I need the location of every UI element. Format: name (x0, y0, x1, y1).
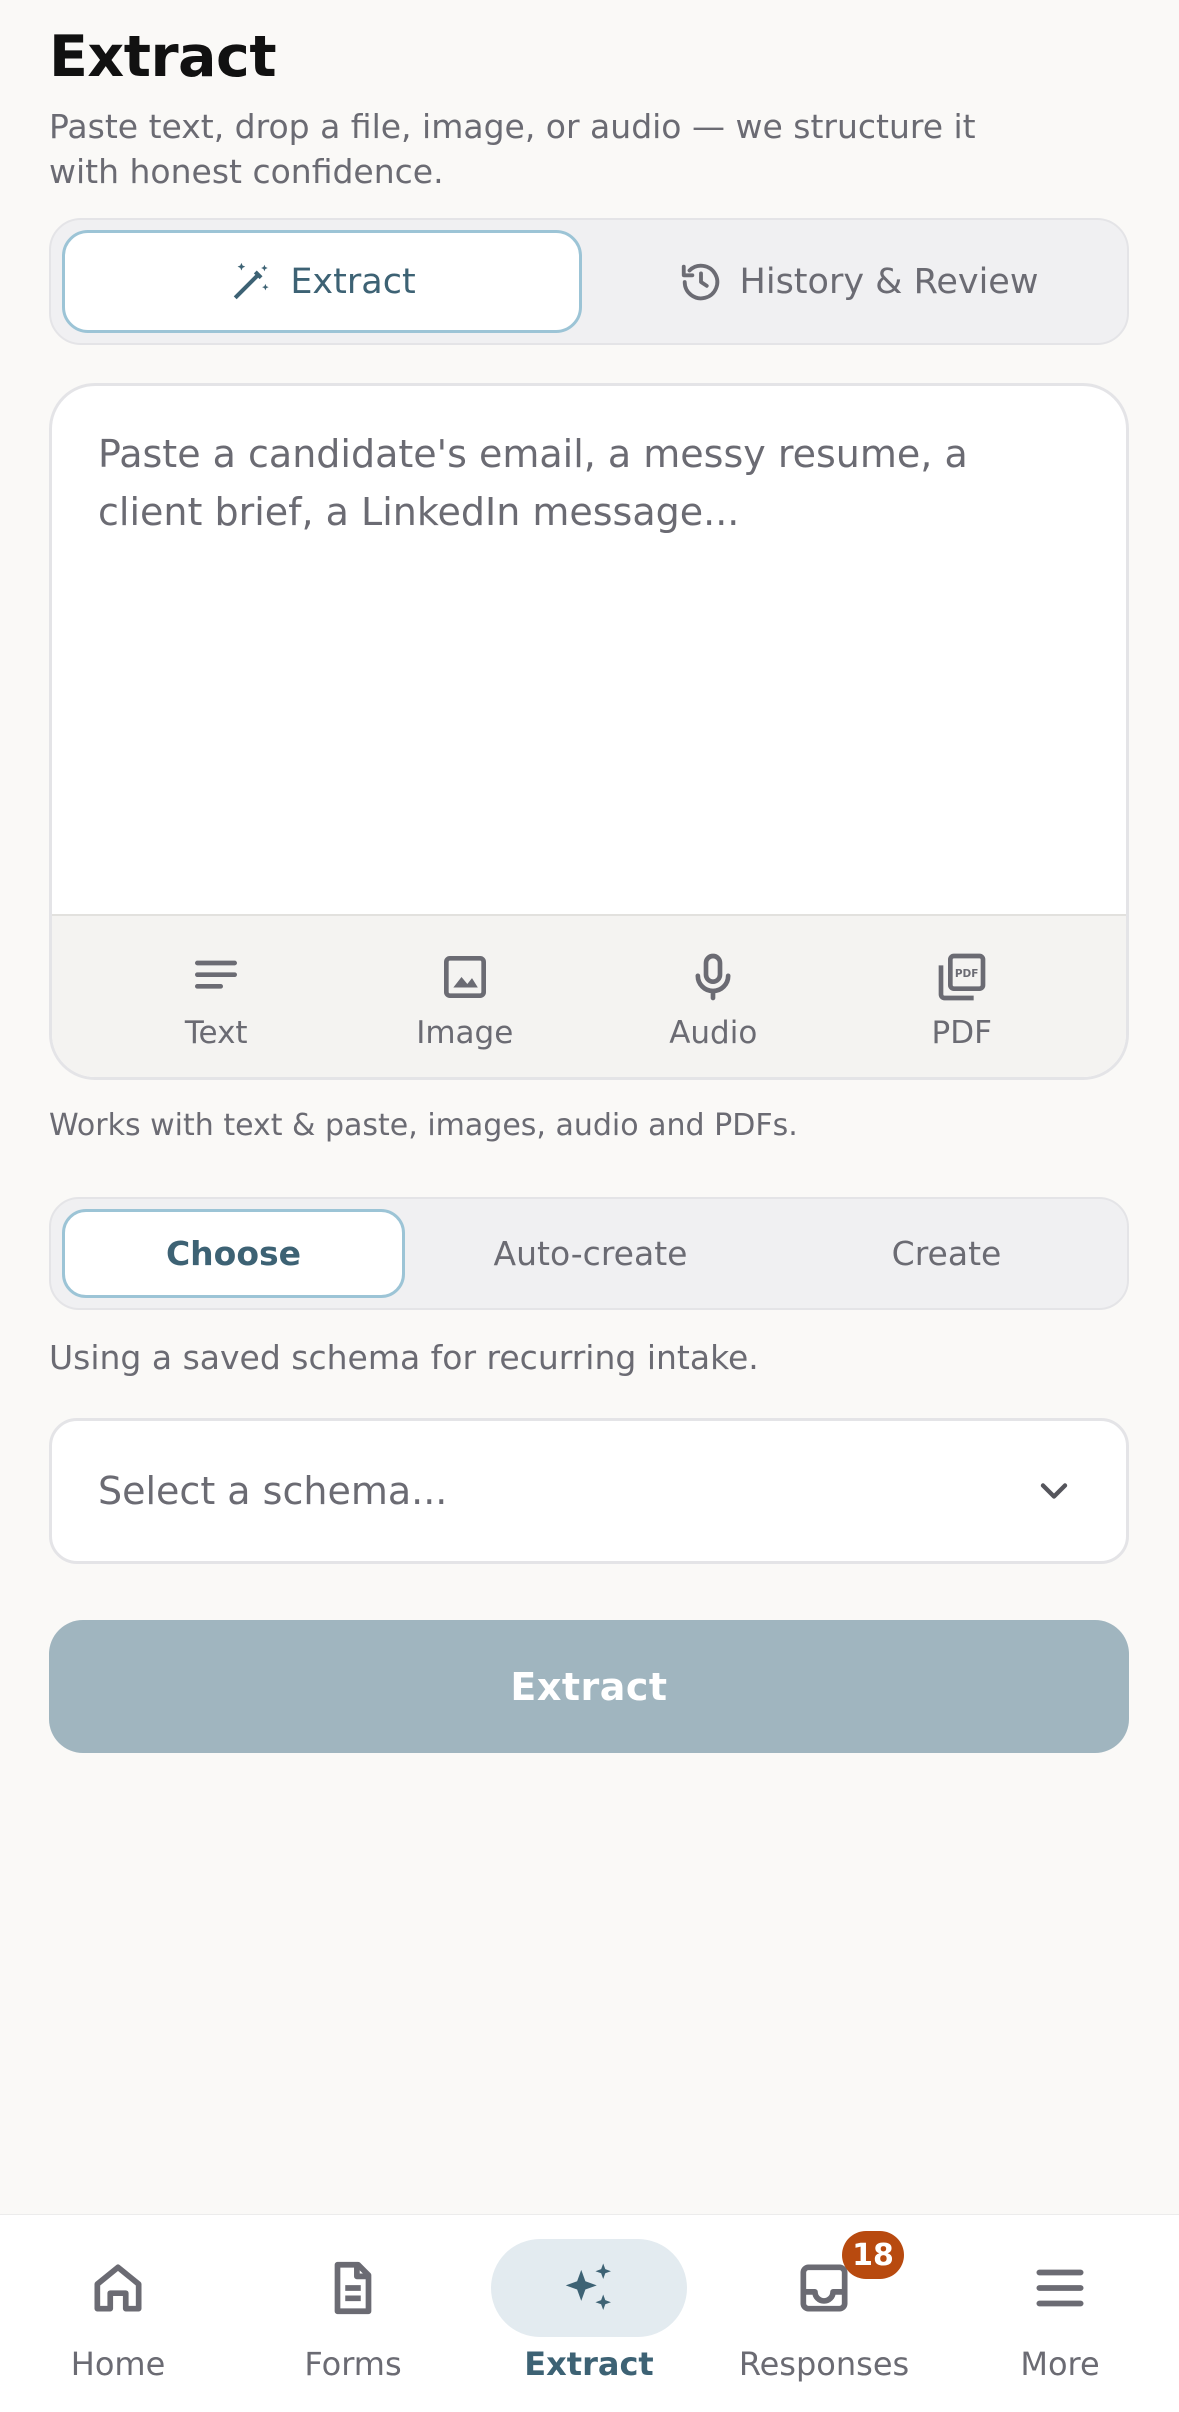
extract-button[interactable]: Extract (49, 1620, 1129, 1753)
microphone-icon (695, 953, 731, 1000)
nav-responses-label: Responses (738, 2345, 910, 2383)
chevron-down-icon (1040, 1483, 1068, 1499)
tab-choose[interactable]: Choose (62, 1209, 405, 1298)
responses-count-badge: 18 (842, 2231, 904, 2279)
nav-forms-label: Forms (304, 2345, 402, 2383)
source-text-button[interactable]: Text (116, 949, 316, 1051)
magic-wand-icon (234, 262, 269, 299)
tab-history-label: History & Review (739, 261, 1039, 302)
nav-home[interactable]: Home (18, 2215, 218, 2412)
nav-responses[interactable]: 18 Responses (724, 2215, 924, 2412)
source-image-button[interactable]: Image (365, 949, 565, 1051)
page-subtitle: Paste text, drop a file, image, or audio… (49, 107, 976, 191)
tab-extract[interactable]: Extract (62, 230, 582, 333)
text-lines-icon (195, 960, 238, 989)
input-source-toolbar: Text Image Audio PDF PDF (52, 914, 1126, 1077)
source-pdf-label: PDF (931, 1014, 992, 1051)
content-textarea[interactable]: Paste a candidate's email, a messy resum… (52, 386, 1126, 914)
bottom-nav: Home Forms Extract 18 Responses More (0, 2214, 1179, 2412)
nav-extract[interactable]: Extract (489, 2215, 689, 2412)
nav-extract-label: Extract (524, 2345, 654, 2383)
schema-select[interactable]: Select a schema... (49, 1418, 1129, 1564)
extract-screen: Extract Paste text, drop a file, image, … (0, 0, 1179, 2412)
sparkles-icon (565, 2263, 611, 2310)
source-audio-button[interactable]: Audio (613, 949, 813, 1051)
svg-text:PDF: PDF (955, 968, 979, 980)
home-icon (94, 2264, 142, 2312)
schema-mode-note: Using a saved schema for recurring intak… (49, 1338, 759, 1377)
schema-mode-tabs: Choose Auto-create Create (49, 1197, 1129, 1310)
page-title: Extract (49, 24, 277, 90)
pdf-icon: PDF (938, 953, 986, 1000)
menu-icon (1036, 2269, 1084, 2307)
source-pdf-button[interactable]: PDF PDF (862, 949, 1062, 1051)
nav-more-label: More (1020, 2345, 1100, 2383)
mode-tabs: Extract History & Review (49, 218, 1129, 345)
tab-auto-create[interactable]: Auto-create (419, 1209, 762, 1298)
nav-forms[interactable]: Forms (253, 2215, 453, 2412)
image-icon (443, 955, 486, 998)
document-icon (334, 2261, 372, 2315)
nav-home-label: Home (70, 2345, 166, 2383)
nav-more[interactable]: More (960, 2215, 1160, 2412)
history-icon (681, 263, 719, 300)
input-card: Paste a candidate's email, a messy resum… (49, 383, 1129, 1080)
supported-formats-note: Works with text & paste, images, audio a… (49, 1108, 798, 1143)
tab-create[interactable]: Create (775, 1209, 1118, 1298)
schema-select-placeholder: Select a schema... (98, 1469, 448, 1513)
source-text-label: Text (184, 1014, 248, 1051)
source-image-label: Image (416, 1014, 514, 1051)
tab-history-review[interactable]: History & Review (598, 230, 1118, 333)
tab-extract-label: Extract (290, 261, 416, 302)
source-audio-label: Audio (669, 1014, 758, 1051)
